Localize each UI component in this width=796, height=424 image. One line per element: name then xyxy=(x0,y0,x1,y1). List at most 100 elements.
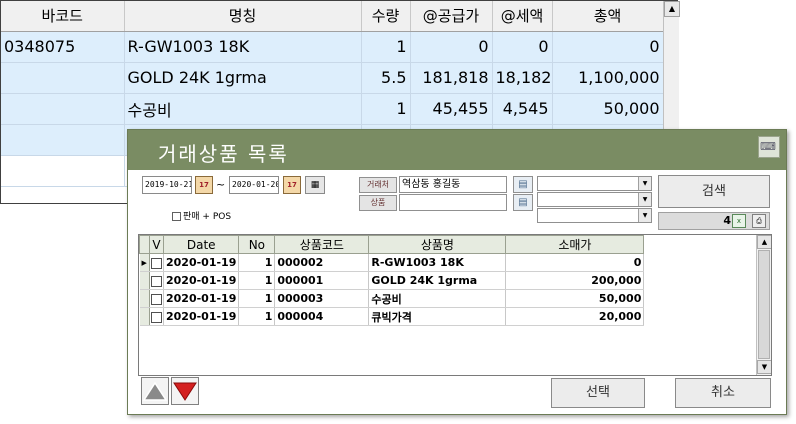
bg-cell-unit-price[interactable]: 0 xyxy=(410,31,493,63)
bg-col-total[interactable]: 총액 xyxy=(552,1,664,32)
checkbox-box[interactable] xyxy=(151,311,162,323)
list-cell-price[interactable]: 50,000 xyxy=(505,289,645,308)
bg-cell-barcode[interactable] xyxy=(1,155,125,187)
scroll-down-arrow-icon[interactable]: ▼ xyxy=(757,360,771,374)
list-cell-name[interactable]: 큐빅가격 xyxy=(368,307,507,326)
list-col-price[interactable]: 소매가 xyxy=(505,235,645,254)
bg-cell-unit-price[interactable]: 45,455 xyxy=(410,93,493,125)
bg-table-row[interactable]: 수공비 1 45,455 4,545 50,000 xyxy=(1,93,664,125)
picture-icon[interactable]: ▦ xyxy=(305,176,325,194)
bg-table-row[interactable]: 0348075 R-GW1003 18K 1 0 0 0 xyxy=(1,31,664,63)
document-icon[interactable]: ▤ xyxy=(513,176,533,193)
filter-combo-3[interactable]: ▼ xyxy=(537,208,652,223)
bg-cell-name[interactable]: 수공비 xyxy=(124,93,362,125)
date-from-field[interactable]: 2019-10-21 xyxy=(142,176,192,194)
list-cell-date[interactable]: 2020-01-19 xyxy=(163,289,240,308)
scroll-thumb[interactable] xyxy=(758,250,770,359)
chevron-down-icon[interactable]: ▼ xyxy=(638,177,651,190)
bg-cell-total[interactable]: 0 xyxy=(552,31,664,63)
list-cell-no[interactable]: 1 xyxy=(238,253,276,272)
row-checkbox[interactable] xyxy=(149,307,164,326)
scroll-up-arrow-icon[interactable]: ▲ xyxy=(664,1,680,17)
list-row[interactable]: 2020-01-19 1 000001 GOLD 24K 1grma 200,0… xyxy=(139,271,645,290)
list-cell-price[interactable]: 0 xyxy=(505,253,645,272)
printer-icon[interactable]: ⎙ xyxy=(752,214,766,228)
bg-cell-name[interactable]: R-GW1003 18K xyxy=(124,31,362,63)
list-cell-code[interactable]: 000004 xyxy=(274,307,370,326)
checkbox-box[interactable] xyxy=(151,293,162,305)
bg-cell-barcode[interactable] xyxy=(1,93,125,125)
cancel-button[interactable]: 취소 xyxy=(675,378,771,408)
list-cell-name[interactable]: GOLD 24K 1grma xyxy=(368,271,507,290)
bg-cell-qty[interactable]: 1 xyxy=(361,31,411,63)
bg-cell-unit-price[interactable]: 181,818 xyxy=(410,62,493,94)
filter-combo-1[interactable]: ▼ xyxy=(537,176,652,191)
list-cell-code[interactable]: 000003 xyxy=(274,289,370,308)
list-col-date[interactable]: Date xyxy=(162,235,240,254)
keyboard-icon[interactable]: ⌨ xyxy=(758,136,780,158)
customer-label-button[interactable]: 거래처 xyxy=(359,177,397,193)
document-icon[interactable]: ▤ xyxy=(513,194,533,211)
checkbox-box[interactable] xyxy=(151,275,162,287)
calendar-icon[interactable]: 17 xyxy=(283,176,301,194)
bg-table-row[interactable]: GOLD 24K 1grma 5.5 181,818 18,182 1,100,… xyxy=(1,62,664,94)
bg-cell-qty[interactable]: 1 xyxy=(361,93,411,125)
bg-cell-tax[interactable]: 0 xyxy=(492,31,553,63)
filter-combo-2[interactable]: ▼ xyxy=(537,192,652,207)
select-button[interactable]: 선택 xyxy=(551,378,645,408)
chevron-down-icon[interactable]: ▼ xyxy=(638,193,651,206)
bg-cell-tax[interactable]: 4,545 xyxy=(492,93,553,125)
list-row[interactable]: ▶ 2020-01-19 1 000002 R-GW1003 18K 0 xyxy=(139,253,645,272)
bg-cell-tax[interactable]: 18,182 xyxy=(492,62,553,94)
product-label-button[interactable]: 상품 xyxy=(359,195,397,211)
checkbox-box[interactable] xyxy=(151,257,162,269)
list-cell-code[interactable]: 000001 xyxy=(274,271,370,290)
list-row[interactable]: 2020-01-19 1 000003 수공비 50,000 xyxy=(139,289,645,308)
sales-pos-checkbox[interactable]: 판매 + POS xyxy=(172,209,231,222)
list-cell-price[interactable]: 20,000 xyxy=(505,307,645,326)
bg-cell-qty[interactable]: 5.5 xyxy=(361,62,411,94)
list-vertical-scrollbar[interactable]: ▲ ▼ xyxy=(756,235,771,375)
chevron-down-icon[interactable]: ▼ xyxy=(638,209,651,222)
list-cell-price[interactable]: 200,000 xyxy=(505,271,645,290)
row-checkbox[interactable] xyxy=(149,289,164,308)
bg-cell-barcode[interactable] xyxy=(1,124,125,156)
product-input[interactable] xyxy=(399,194,507,211)
bg-cell-barcode[interactable] xyxy=(1,62,125,94)
list-col-name[interactable]: 상품명 xyxy=(368,235,507,254)
list-col-no[interactable]: No xyxy=(238,235,276,254)
move-up-button[interactable] xyxy=(141,377,169,405)
bg-col-name[interactable]: 명칭 xyxy=(124,1,362,32)
bg-cell-total[interactable]: 1,100,000 xyxy=(552,62,664,94)
excel-icon[interactable]: x xyxy=(732,214,746,228)
checkbox-box[interactable] xyxy=(172,212,181,221)
search-button[interactable]: 검색 xyxy=(658,175,770,208)
list-cell-date[interactable]: 2020-01-19 xyxy=(163,253,240,272)
list-cell-code[interactable]: 000002 xyxy=(274,253,370,272)
list-cell-no[interactable]: 1 xyxy=(238,271,276,290)
list-col-check[interactable]: V xyxy=(149,235,164,254)
bg-cell-total[interactable]: 50,000 xyxy=(552,93,664,125)
list-cell-no[interactable]: 1 xyxy=(238,289,276,308)
list-col-code[interactable]: 상품코드 xyxy=(274,235,370,254)
list-cell-no[interactable]: 1 xyxy=(238,307,276,326)
list-cell-date[interactable]: 2020-01-19 xyxy=(163,271,240,290)
list-row[interactable]: 2020-01-19 1 000004 큐빅가격 20,000 xyxy=(139,307,645,326)
date-to-field[interactable]: 2020-01-20 xyxy=(229,176,279,194)
row-checkbox[interactable] xyxy=(149,271,164,290)
dialog-title-bar[interactable]: 거래상품 목록 ⌨ xyxy=(128,130,786,170)
bg-col-barcode[interactable]: 바코드 xyxy=(1,1,125,32)
bg-col-tax[interactable]: @세액 xyxy=(492,1,553,32)
list-cell-name[interactable]: 수공비 xyxy=(368,289,507,308)
list-cell-name[interactable]: R-GW1003 18K xyxy=(368,253,507,272)
bg-col-qty[interactable]: 수량 xyxy=(361,1,411,32)
move-down-button[interactable] xyxy=(171,377,199,405)
customer-input[interactable]: 역삼동 홍길동 xyxy=(399,176,507,193)
bg-cell-barcode[interactable]: 0348075 xyxy=(1,31,125,63)
bg-cell-name[interactable]: GOLD 24K 1grma xyxy=(124,62,362,94)
bg-col-unit-price[interactable]: @공급가 xyxy=(410,1,493,32)
calendar-icon[interactable]: 17 xyxy=(195,176,213,194)
list-cell-date[interactable]: 2020-01-19 xyxy=(163,307,240,326)
row-checkbox[interactable] xyxy=(149,253,164,272)
scroll-up-arrow-icon[interactable]: ▲ xyxy=(757,235,771,249)
